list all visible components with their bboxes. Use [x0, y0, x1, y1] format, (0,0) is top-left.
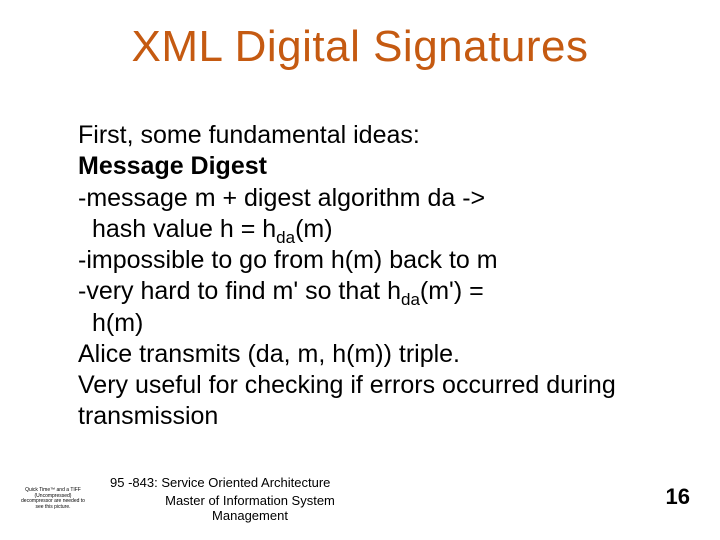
body-line2: -impossible to go from h(m) back to m — [78, 245, 658, 276]
body-line3a-text: -very hard to find m' so that h — [78, 277, 401, 305]
body-line1b-text: hash value h = h — [92, 215, 276, 243]
slide-body: First, some fundamental ideas: Message D… — [78, 120, 658, 433]
body-line4: Alice transmits (da, m, h(m)) triple. — [78, 339, 658, 370]
slide: XML Digital Signatures First, some funda… — [0, 0, 720, 540]
body-line3b: h(m) — [78, 308, 658, 339]
slide-footer: Quick Time™ and a TIFF (Uncompressed) de… — [0, 470, 720, 530]
body-line1b-sub: da — [276, 228, 295, 247]
footer-course: 95 -843: Service Oriented Architecture — [110, 475, 330, 490]
body-heading: Message Digest — [78, 151, 658, 182]
slide-title: XML Digital Signatures — [0, 22, 720, 72]
body-line3a: -very hard to find m' so that hda(m') = — [78, 276, 658, 307]
body-line3a-sub: da — [401, 290, 420, 309]
body-line1b: hash value h = hda(m) — [78, 214, 658, 245]
footer-subtitle: Master of Information System Management — [140, 493, 360, 524]
image-placeholder: Quick Time™ and a TIFF (Uncompressed) de… — [18, 488, 88, 510]
body-line1a: -message m + digest algorithm da -> — [78, 183, 658, 214]
body-intro: First, some fundamental ideas: — [78, 120, 658, 151]
page-number: 16 — [666, 484, 690, 510]
body-line5: Very useful for checking if errors occur… — [78, 370, 658, 433]
body-line1b-end: (m) — [295, 215, 332, 243]
body-line3a-end: (m') = — [420, 277, 484, 305]
